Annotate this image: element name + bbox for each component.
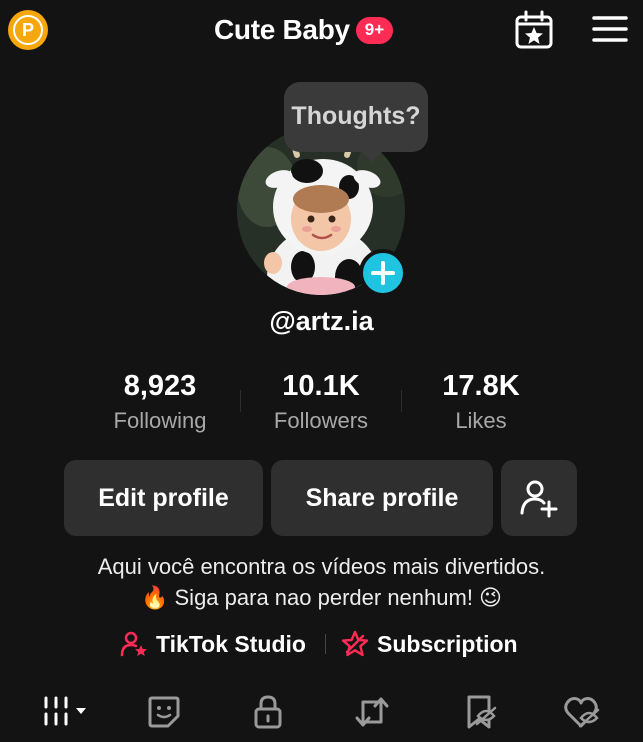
likes-count: 17.8K <box>442 370 520 402</box>
followers-stat[interactable]: 10.1K Followers <box>241 368 401 434</box>
liked-icon <box>564 697 600 728</box>
menu-icon[interactable] <box>592 14 628 44</box>
subscription-label: Subscription <box>377 630 518 657</box>
following-stat[interactable]: 8,923 Following <box>80 368 240 434</box>
following-count: 8,923 <box>123 370 197 402</box>
plus-icon <box>371 261 395 285</box>
lock-icon <box>254 695 282 729</box>
notification-badge: 9+ <box>355 16 394 44</box>
bubble-tail <box>360 150 384 162</box>
likes-label: Likes <box>455 408 507 433</box>
share-profile-button[interactable]: Share profile <box>271 460 493 536</box>
bio-line-1: Aqui você encontra os vídeos mais divert… <box>97 554 546 579</box>
following-label: Following <box>113 408 207 433</box>
thoughts-text: Thoughts? <box>291 101 421 130</box>
bio: Aqui você encontra os vídeos mais divert… <box>0 551 643 613</box>
calendar-star-icon[interactable] <box>514 10 554 50</box>
tab-saved[interactable] <box>450 690 510 734</box>
likes-stat[interactable]: 17.8K Likes <box>401 368 561 434</box>
subscription-link[interactable]: Subscription <box>341 627 518 661</box>
account-switcher[interactable]: Cute Baby 9+ <box>214 12 394 48</box>
subscription-star-icon <box>341 630 369 657</box>
page-title: Cute Baby <box>214 14 350 45</box>
edit-profile-button[interactable]: Edit profile <box>64 460 263 536</box>
add-friends-button[interactable] <box>501 460 577 536</box>
tab-reposts[interactable] <box>342 690 402 734</box>
saved-icon <box>467 695 497 729</box>
tab-private[interactable] <box>238 690 298 734</box>
username: @artz.ia <box>269 306 374 336</box>
thoughts-bubble[interactable]: Thoughts? <box>284 82 428 152</box>
followers-count: 10.1K <box>282 370 360 402</box>
videos-grid-icon <box>44 696 86 726</box>
followers-label: Followers <box>273 408 369 433</box>
tab-stickers[interactable] <box>134 690 194 734</box>
points-coin-letter: P <box>13 15 43 45</box>
bio-line-2: 🔥 Siga para nao perder nenhum! 😉 <box>141 585 502 610</box>
add-story-button[interactable] <box>359 249 407 297</box>
repost-icon <box>355 697 389 727</box>
tiktok-studio-link[interactable]: TikTok Studio <box>120 627 306 661</box>
links-divider <box>325 634 326 654</box>
points-coin-icon[interactable]: P <box>8 10 48 50</box>
top-bar: P Cute Baby 9+ <box>0 0 643 60</box>
tiktok-studio-label: TikTok Studio <box>156 630 306 657</box>
person-star-icon <box>120 631 147 657</box>
tab-videos[interactable] <box>36 690 96 734</box>
profile-page: P Cute Baby 9+ Thoughts? @artz.ia 8,923 … <box>0 0 643 742</box>
stats-row: 8,923 Following 10.1K Followers 17.8K Li… <box>80 368 562 444</box>
tab-liked[interactable] <box>552 690 612 734</box>
stickers-icon <box>148 696 180 728</box>
add-user-icon <box>520 480 558 518</box>
profile-links: TikTok Studio Subscription <box>0 627 643 661</box>
